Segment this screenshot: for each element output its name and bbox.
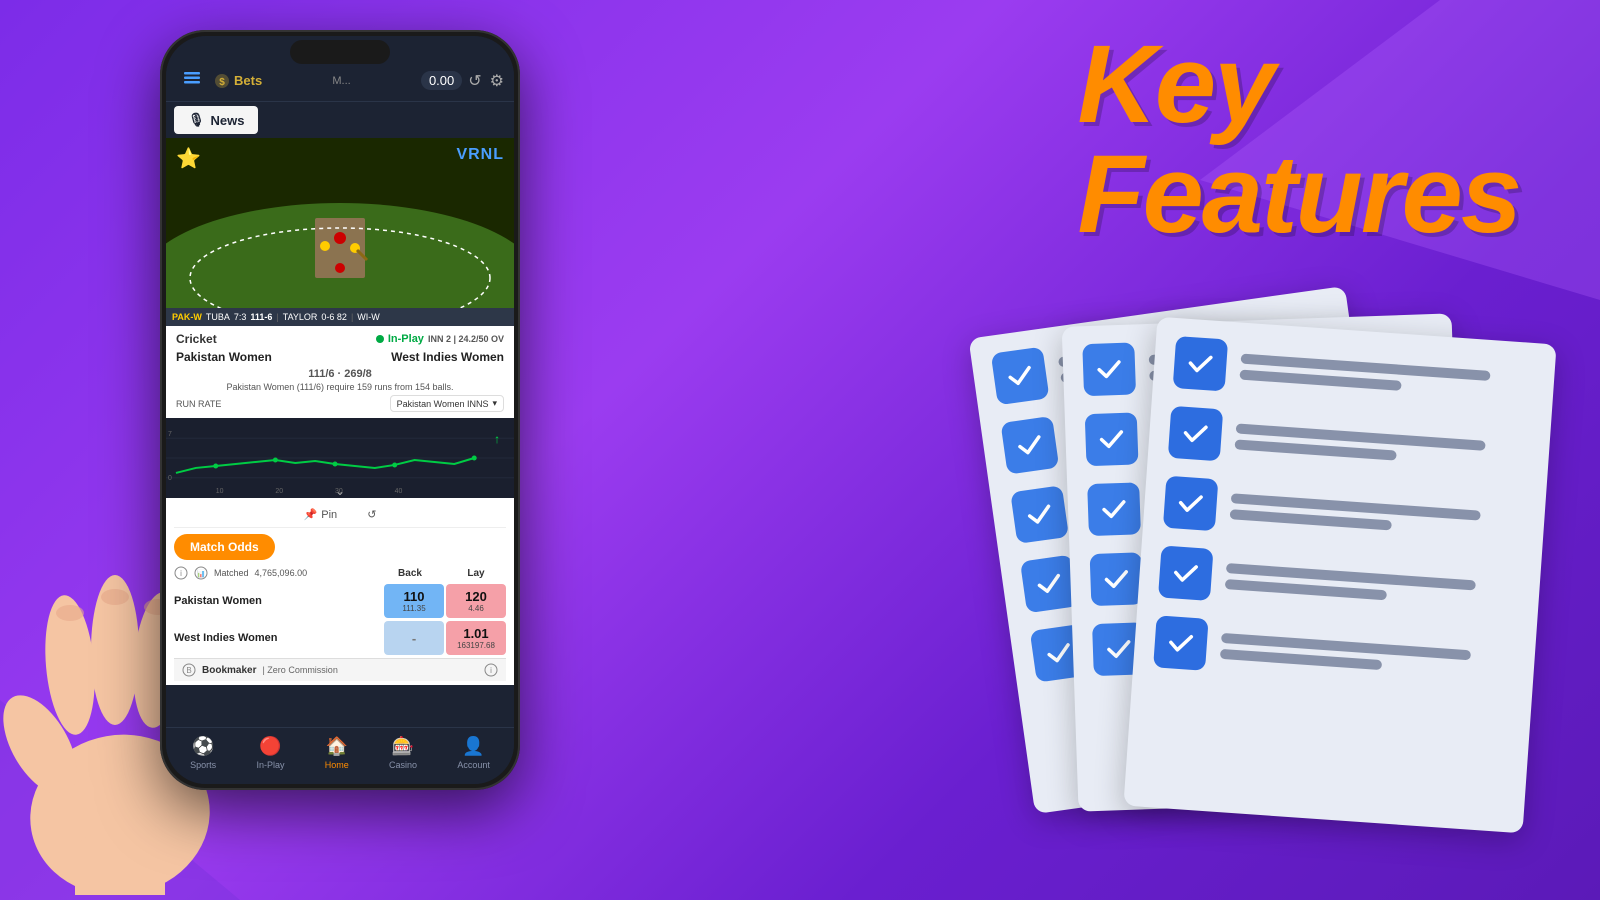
svg-text:0: 0 — [168, 475, 172, 482]
header-middle: M... — [268, 75, 415, 87]
team2-odds-name: West Indies Women — [174, 632, 384, 644]
cricket-video: ⭐ VRNL — [166, 138, 514, 308]
svg-text:i: i — [490, 666, 492, 675]
menu-icon[interactable] — [176, 66, 208, 95]
nav-sports-label: Sports — [190, 760, 216, 770]
match-description: Pakistan Women (111/6) require 159 runs … — [176, 382, 504, 392]
matched-amount: 4,765,096.00 — [255, 568, 308, 578]
nav-home-label: Home — [325, 760, 349, 770]
pin-icon: 📌 — [304, 508, 318, 521]
svg-text:B: B — [186, 666, 191, 675]
in-play-label: In-Play — [388, 333, 424, 345]
svg-text:📊: 📊 — [197, 569, 206, 578]
info-icon[interactable]: i — [484, 663, 498, 677]
team2-lay-odds[interactable]: 1.01 163197.68 — [446, 621, 506, 655]
score2-label: 111-6 — [250, 312, 272, 322]
team-star-icon: ⭐ — [176, 146, 201, 171]
nav-casino[interactable]: 🎰 Casino — [389, 736, 417, 770]
team1-name: Pakistan Women — [176, 350, 272, 364]
svg-text:40: 40 — [395, 488, 403, 495]
match-odds-button[interactable]: Match Odds — [174, 534, 275, 560]
score-bar: PAK-W TUBA 7:3 111-6 | TAYLOR 0-6 82 | W… — [166, 308, 514, 326]
team1-back-odds[interactable]: 110 111.35 — [384, 584, 444, 618]
balance-display: 0.00 — [421, 71, 462, 90]
bookmaker-icon: B — [182, 663, 196, 677]
bookmaker-label: Bookmaker — [202, 665, 256, 676]
team1-odds-row: Pakistan Women 110 111.35 120 4.46 — [174, 584, 506, 618]
innings-label: INN 2 | 24.2/50 OV — [428, 334, 504, 344]
svg-text:i: i — [180, 569, 182, 578]
account-icon: 👤 — [462, 736, 484, 757]
team1-odds-name: Pakistan Women — [174, 595, 384, 607]
zero-commission-label: | Zero Commission — [262, 665, 337, 675]
svg-text:7: 7 — [168, 431, 172, 438]
nav-account-label: Account — [457, 760, 490, 770]
odds-info-row: i 📊 Matched 4,765,096.00 Back Lay — [174, 566, 506, 580]
nav-account[interactable]: 👤 Account — [457, 736, 490, 770]
expand-chart-icon[interactable]: ⌄ — [335, 484, 345, 498]
phone-notch — [290, 40, 390, 64]
settings-icon[interactable]: ⚙ — [490, 71, 504, 91]
home-icon: 🏠 — [326, 736, 348, 757]
cricket-label: Cricket — [176, 332, 217, 346]
tuba-label: TUBA — [206, 312, 230, 322]
match-section: Cricket In-Play INN 2 | 24.2/50 OV Pakis… — [166, 326, 514, 418]
lay-header: Lay — [446, 568, 506, 579]
refresh-odds-icon: ↺ — [367, 508, 376, 521]
match-header: Cricket In-Play INN 2 | 24.2/50 OV — [176, 332, 504, 346]
bookmaker-row: B Bookmaker | Zero Commission i — [174, 658, 506, 681]
svg-text:$: $ — [219, 77, 225, 88]
team2-odds-row: West Indies Women - 1.01 163197.68 — [174, 621, 506, 655]
matched-label: Matched — [214, 568, 249, 578]
casino-icon: 🎰 — [392, 736, 414, 757]
run-rate-chart: 7 0 10 20 30 40 ↑ — [166, 418, 514, 498]
teams-row: Pakistan Women West Indies Women — [176, 350, 504, 364]
nav-casino-label: Casino — [389, 760, 417, 770]
team2-name: West Indies Women — [391, 350, 504, 364]
svg-text:20: 20 — [275, 488, 283, 495]
phone-mockup: $ Bets M... 0.00 ↺ ⚙ 🎙 News — [160, 30, 520, 790]
bets-button[interactable]: $ Bets — [214, 73, 262, 89]
key-features-heading: Key Features — [1077, 30, 1520, 250]
svg-text:↑: ↑ — [494, 432, 500, 446]
nav-sports[interactable]: ⚽ Sports — [190, 736, 216, 770]
phone-frame: $ Bets M... 0.00 ↺ ⚙ 🎙 News — [160, 30, 520, 790]
pak-w-label: PAK-W — [172, 312, 202, 322]
betting-section: 📌 Pin ↺ Match Odds i 📊 Matched 4,765,096… — [166, 498, 514, 685]
pin-button[interactable]: 📌 Pin — [304, 508, 338, 521]
checklists-illustration — [810, 290, 1560, 840]
refresh-icon[interactable]: ↺ — [468, 71, 481, 91]
nav-in-play-label: In-Play — [256, 760, 284, 770]
header-icons: ↺ ⚙ — [468, 71, 504, 91]
innings-dropdown[interactable]: Pakistan Women INNS ▾ — [390, 395, 504, 412]
phone-screen: $ Bets M... 0.00 ↺ ⚙ 🎙 News — [166, 36, 514, 784]
score1-label: 7:3 — [234, 312, 247, 322]
sports-icon: ⚽ — [192, 736, 214, 757]
team2-back-odds[interactable]: - — [384, 621, 444, 655]
wi-w-label: WI-W — [357, 312, 380, 322]
news-tab-label: News — [211, 113, 245, 128]
bottom-navigation: ⚽ Sports 🔴 In-Play 🏠 Home 🎰 Casino 👤 — [166, 727, 514, 784]
in-play-dot — [376, 335, 384, 343]
run-rate-label: RUN RATE — [176, 399, 221, 409]
team1-lay-odds[interactable]: 120 4.46 — [446, 584, 506, 618]
in-play-badge: In-Play INN 2 | 24.2/50 OV — [376, 333, 504, 345]
nav-home[interactable]: 🏠 Home — [325, 736, 349, 770]
pin-refresh-row: 📌 Pin ↺ — [174, 502, 506, 528]
back-header: Back — [380, 568, 440, 579]
taylor-label: TAYLOR — [283, 312, 318, 322]
news-tab[interactable]: 🎙 News — [174, 106, 258, 134]
score3-label: 0-6 82 — [321, 312, 347, 322]
in-play-nav-icon: 🔴 — [259, 736, 281, 757]
nav-in-play[interactable]: 🔴 In-Play — [256, 736, 284, 770]
vrnl-logo: VRNL — [456, 146, 504, 164]
checklist-front — [1123, 317, 1556, 834]
svg-text:10: 10 — [216, 488, 224, 495]
match-score-info: 111/6 · 269/8 — [176, 368, 504, 380]
mic-icon: 🎙 — [188, 112, 205, 128]
refresh-odds-button[interactable]: ↺ — [367, 508, 376, 521]
